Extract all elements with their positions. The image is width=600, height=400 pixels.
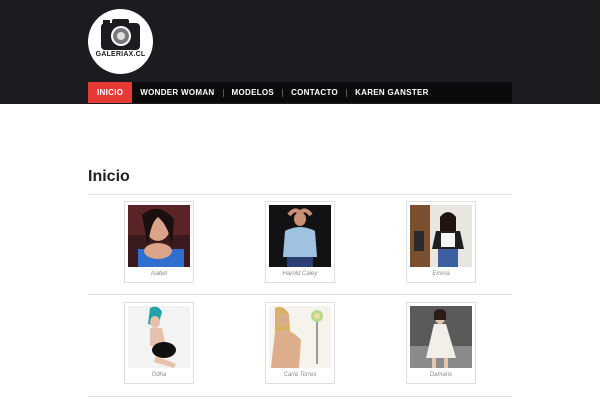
site-logo[interactable]: GALERIAX.CL	[88, 9, 153, 74]
gallery-caption: Odha	[151, 372, 167, 378]
gallery-item[interactable]: Emma	[406, 201, 476, 283]
title-divider	[88, 194, 512, 195]
gallery-photo[interactable]	[269, 205, 331, 267]
gallery-photo[interactable]	[269, 306, 331, 368]
page-title: Inicio	[88, 168, 130, 185]
gallery-photo[interactable]	[410, 205, 472, 267]
nav-item-contacto[interactable]: CONTACTO	[283, 82, 346, 103]
gallery-caption: Damaris	[429, 372, 453, 378]
nav-item-wonder-woman[interactable]: WONDER WOMAN	[132, 82, 222, 103]
gallery-item[interactable]: Isabel	[124, 201, 194, 283]
row-divider	[88, 396, 512, 397]
site-header: GALERIAX.CL INICIO WONDER WOMAN MODELOS …	[0, 0, 600, 104]
gallery-caption: Emma	[432, 271, 450, 277]
logo-text: GALERIAX.CL	[95, 51, 146, 58]
gallery-photo[interactable]	[128, 306, 190, 368]
gallery-caption: Isabel	[150, 271, 167, 277]
gallery-caption: Harold Caley	[282, 271, 318, 277]
row-divider	[88, 294, 512, 295]
gallery-caption: Carla Torres	[283, 372, 317, 378]
main-nav: INICIO WONDER WOMAN MODELOS CONTACTO KAR…	[88, 82, 512, 103]
nav-item-modelos[interactable]: MODELOS	[224, 82, 283, 103]
gallery-item[interactable]: Odha	[124, 302, 194, 384]
nav-item-inicio[interactable]: INICIO	[88, 82, 133, 103]
camera-icon	[101, 19, 140, 50]
nav-item-karen-ganster[interactable]: KAREN GANSTER	[347, 82, 437, 103]
gallery-photo[interactable]	[410, 306, 472, 368]
gallery-photo[interactable]	[128, 205, 190, 267]
gallery-item[interactable]: Damaris	[406, 302, 476, 384]
gallery-item[interactable]: Harold Caley	[265, 201, 335, 283]
gallery-item[interactable]: Carla Torres	[265, 302, 335, 384]
